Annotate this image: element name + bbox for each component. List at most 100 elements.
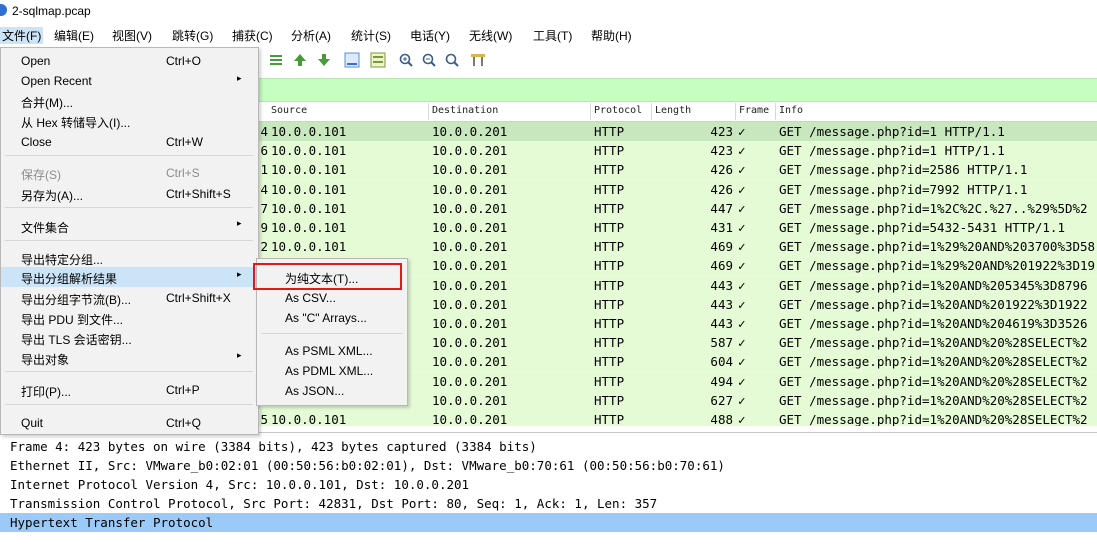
menu-item-export-dissections[interactable]: 导出分组解析结果 ▸: [1, 267, 257, 287]
packet-length: 447: [710, 200, 733, 216]
menu-telephony[interactable]: 电话(Y): [410, 27, 450, 44]
packet-length: 426: [710, 162, 733, 178]
autoscroll-icon[interactable]: [344, 52, 360, 68]
packet-destination: 10.0.0.201: [432, 392, 508, 408]
packet-info: GET /message.php?id=1 HTTP/1.1: [779, 124, 1005, 139]
go-last-icon[interactable]: [316, 52, 332, 68]
packet-info: GET /message.php?id=5432-5431 HTTP/1.1: [779, 220, 1065, 235]
packet-length: 469: [710, 239, 733, 255]
column-separator[interactable]: [735, 103, 736, 120]
menu-capture[interactable]: 捕获(C): [232, 27, 273, 44]
packet-length: 423: [710, 143, 733, 159]
packet-info: GET /message.php?id=1%29%20AND%201922%3D…: [779, 258, 1096, 274]
packet-length: 443: [710, 277, 733, 293]
menu-item-save-as[interactable]: 另存为(A)... Ctrl+Shift+S: [1, 184, 257, 204]
submenu-item-psml[interactable]: As PSML XML...: [257, 341, 407, 361]
detail-row-ethernet[interactable]: Ethernet II, Src: VMware_b0:02:01 (00:50…: [0, 456, 1097, 475]
packet-info: GET /message.php?id=1%20AND%205345%3D879…: [779, 277, 1088, 293]
packet-info: GET /message.php?id=2586 HTTP/1.1: [779, 162, 1028, 178]
packet-source: 10.0.0.101: [271, 239, 347, 255]
column-frame[interactable]: Frame: [739, 105, 769, 116]
menu-item-import-hex[interactable]: 从 Hex 转储导入(I)...: [1, 111, 257, 131]
menu-item-merge[interactable]: 合并(M)...: [1, 91, 257, 111]
submenu-item-c-arrays[interactable]: As "C" Arrays...: [257, 308, 407, 328]
highlight-annotation-box: [253, 263, 402, 290]
column-info[interactable]: Info: [779, 105, 803, 116]
colorize-icon[interactable]: [370, 52, 386, 68]
packet-destination: 10.0.0.201: [432, 258, 508, 274]
menu-item-open[interactable]: Open Ctrl+O: [1, 51, 257, 71]
detail-row-ip[interactable]: Internet Protocol Version 4, Src: 10.0.0…: [0, 475, 1097, 494]
packet-info: GET /message.php?id=1%2C%2C.%27..%29%5D%…: [779, 200, 1088, 216]
menu-edit[interactable]: 编辑(E): [54, 27, 94, 44]
menu-item-quit[interactable]: Quit Ctrl+Q: [1, 413, 257, 433]
packet-length: 426: [710, 181, 733, 197]
menu-tools[interactable]: 工具(T): [533, 27, 572, 44]
packet-details: Frame 4: 423 bytes on wire (3384 bits), …: [0, 432, 1097, 551]
submenu-arrow-icon: ▸: [237, 350, 242, 360]
packet-destination: 10.0.0.201: [432, 200, 508, 216]
column-protocol[interactable]: Protocol: [594, 105, 642, 116]
packet-length: 488: [710, 412, 733, 426]
menu-bar: 文件(F) 编辑(E) 视图(V) 跳转(G) 捕获(C) 分析(A) 统计(S…: [0, 23, 1097, 47]
menu-statistics[interactable]: 统计(S): [351, 27, 391, 44]
packet-protocol: HTTP: [594, 354, 625, 370]
column-separator[interactable]: [651, 103, 652, 120]
packet-info: GET /message.php?id=1%20AND%204619%3D352…: [779, 316, 1088, 331]
column-separator[interactable]: [590, 103, 591, 120]
menu-item-open-recent[interactable]: Open Recent ▸: [1, 71, 257, 91]
menu-analyze[interactable]: 分析(A): [291, 27, 331, 44]
jump-first-icon[interactable]: [268, 52, 284, 68]
packet-info: GET /message.php?id=1%29%20AND%203700%3D…: [779, 239, 1096, 255]
menu-separator: [5, 155, 253, 156]
detail-row-tcp[interactable]: Transmission Control Protocol, Src Port:…: [0, 494, 1097, 513]
menu-item-export-pdu[interactable]: 导出 PDU 到文件...: [1, 308, 257, 328]
packet-destination: 10.0.0.201: [432, 220, 508, 235]
menu-help[interactable]: 帮助(H): [591, 27, 632, 44]
go-first-icon[interactable]: [292, 52, 308, 68]
wireshark-icon: [0, 4, 7, 16]
submenu-item-csv[interactable]: As CSV...: [257, 288, 407, 308]
zoom-normal-icon[interactable]: [444, 52, 460, 68]
frame-check-icon: ✓: [738, 277, 746, 293]
column-source[interactable]: Source: [271, 105, 307, 116]
zoom-in-icon[interactable]: [398, 52, 414, 68]
menu-item-export-bytes[interactable]: 导出分组字节流(B)... Ctrl+Shift+X: [1, 288, 257, 308]
column-destination[interactable]: Destination: [432, 105, 498, 116]
menu-item-export-specified[interactable]: 导出特定分组...: [1, 248, 257, 268]
menu-item-export-tls[interactable]: 导出 TLS 会话密钥...: [1, 328, 257, 348]
packet-protocol: HTTP: [594, 277, 625, 293]
packet-destination: 10.0.0.201: [432, 277, 508, 293]
frame-check-icon: ✓: [738, 124, 746, 139]
menu-go[interactable]: 跳转(G): [172, 27, 213, 44]
menu-separator: [5, 240, 253, 241]
window-title: 2-sqlmap.pcap: [12, 4, 91, 18]
column-length[interactable]: Length: [655, 105, 691, 116]
menu-item-save[interactable]: 保存(S) Ctrl+S: [1, 163, 257, 183]
frame-check-icon: ✓: [738, 220, 746, 235]
title-bar: 2-sqlmap.pcap: [0, 0, 1097, 22]
packet-info: GET /message.php?id=1%20AND%20%28SELECT%…: [779, 354, 1088, 370]
packet-source: 10.0.0.101: [271, 412, 347, 426]
menu-item-print[interactable]: 打印(P)... Ctrl+P: [1, 380, 257, 400]
menu-view[interactable]: 视图(V): [112, 27, 152, 44]
menu-wireless[interactable]: 无线(W): [469, 27, 512, 44]
packet-protocol: HTTP: [594, 316, 625, 331]
detail-row-http[interactable]: Hypertext Transfer Protocol: [0, 513, 1097, 532]
menu-item-export-objects[interactable]: 导出对象 ▸: [1, 348, 257, 368]
packet-length: 443: [710, 296, 733, 312]
frame-check-icon: ✓: [738, 258, 746, 274]
column-separator[interactable]: [775, 103, 776, 120]
packet-info: GET /message.php?id=1%20AND%20%28SELECT%…: [779, 412, 1088, 426]
submenu-item-pdml[interactable]: As PDML XML...: [257, 361, 407, 381]
detail-row-frame[interactable]: Frame 4: 423 bytes on wire (3384 bits), …: [0, 437, 1097, 456]
frame-check-icon: ✓: [738, 296, 746, 312]
menu-file[interactable]: 文件(F): [0, 27, 44, 44]
menu-item-close[interactable]: Close Ctrl+W: [1, 132, 257, 152]
column-separator[interactable]: [428, 103, 429, 120]
zoom-out-icon[interactable]: [421, 52, 437, 68]
resize-columns-icon[interactable]: [470, 52, 486, 68]
frame-check-icon: ✓: [738, 392, 746, 408]
menu-item-file-set[interactable]: 文件集合 ▸: [1, 216, 257, 236]
submenu-item-json[interactable]: As JSON...: [257, 381, 407, 401]
